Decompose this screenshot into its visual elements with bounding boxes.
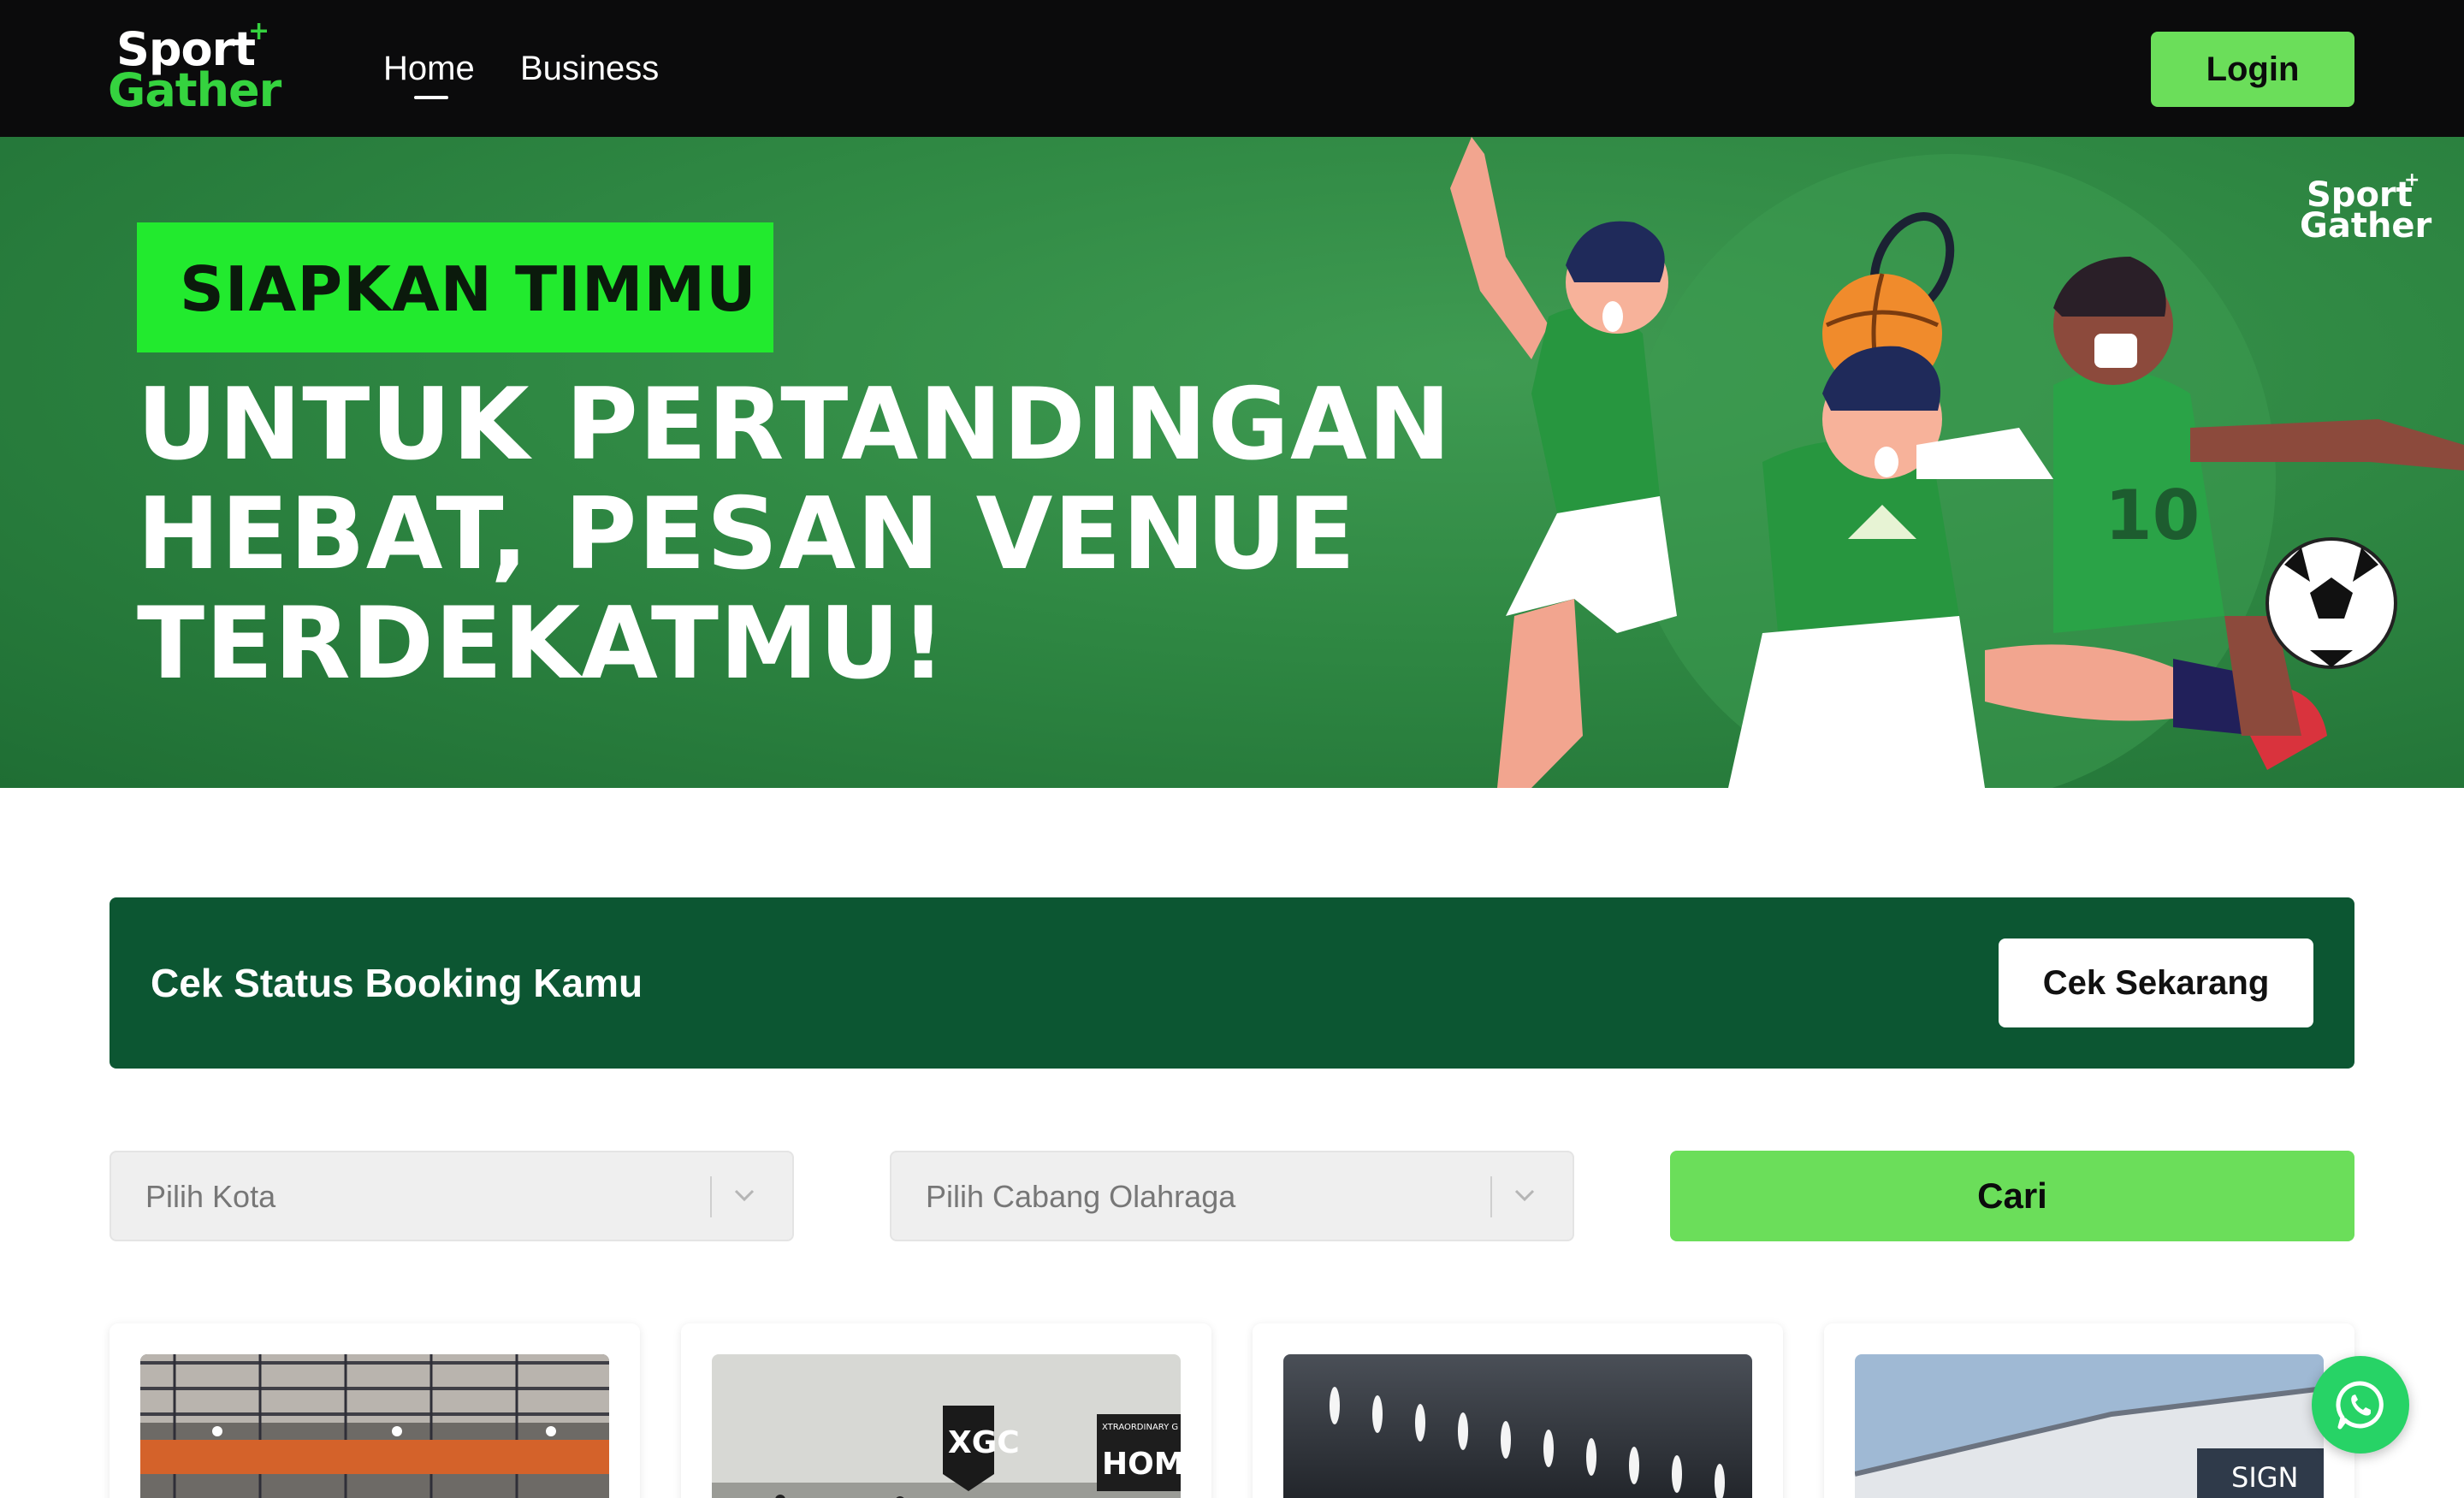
venue-card[interactable] — [1253, 1323, 1783, 1498]
hero-headline-line-1: UNTUK PERTANDINGAN — [137, 367, 1452, 483]
top-navbar: Sport + Gather Home Business Login — [0, 0, 2464, 137]
nav-link-home[interactable]: Home — [383, 48, 475, 89]
login-button[interactable]: Login — [2151, 32, 2354, 107]
hero-tag-text: SIAPKAN TIMMU — [180, 253, 757, 325]
hero-tag: SIAPKAN TIMMU — [137, 222, 773, 352]
venue-card[interactable]: SIGN — [1824, 1323, 2354, 1498]
sport-select[interactable]: Pilih Cabang Olahraga — [890, 1151, 1574, 1241]
chevron-down-icon[interactable] — [729, 1178, 760, 1212]
venue-sign-text: XGC — [948, 1425, 1020, 1460]
sport-select-placeholder: Pilih Cabang Olahraga — [926, 1179, 1236, 1214]
city-select[interactable]: Pilih Kota — [110, 1151, 794, 1241]
whatsapp-icon — [2336, 1381, 2384, 1430]
sportgather-logo[interactable]: Sport + Gather — [108, 19, 281, 117]
venue-banner-top-text: XTRAORDINARY G — [1102, 1423, 1178, 1432]
venue-image[interactable] — [1283, 1354, 1752, 1498]
check-now-button[interactable]: Cek Sekarang — [1999, 938, 2313, 1027]
venue-image[interactable] — [140, 1354, 609, 1498]
venue-banner-text: HOMEC — [1102, 1447, 1181, 1482]
hero-watermark-logo: Sport + Gather — [2300, 171, 2437, 246]
venue-card[interactable]: XGC XTRAORDINARY G HOMEC — [681, 1323, 1211, 1498]
hero-logo-plus: + — [2404, 169, 2420, 191]
venue-card[interactable] — [110, 1323, 640, 1498]
whatsapp-chat-button[interactable] — [2312, 1356, 2409, 1454]
hero-logo-text-gather: Gather — [2300, 206, 2432, 246]
hero-banner: SIAPKAN TIMMU UNTUK PERTANDINGAN HEBAT, … — [0, 137, 2464, 788]
venue-sign-text: SIGN — [2231, 1461, 2298, 1494]
select-divider — [710, 1176, 712, 1217]
booking-status-banner: Cek Status Booking Kamu Cek Sekarang — [110, 897, 2354, 1069]
nav-active-indicator — [414, 96, 448, 99]
venue-image[interactable]: SIGN — [1855, 1354, 2324, 1498]
chevron-down-icon[interactable] — [1509, 1178, 1540, 1212]
venue-image[interactable]: XGC XTRAORDINARY G HOMEC — [712, 1354, 1181, 1498]
logo-text-gather: Gather — [108, 63, 281, 117]
jersey-number: 10 — [2105, 476, 2200, 555]
search-button[interactable]: Cari — [1670, 1151, 2354, 1241]
city-select-placeholder: Pilih Kota — [145, 1179, 276, 1214]
select-divider — [1490, 1176, 1492, 1217]
hero-headline-line-2: HEBAT, PESAN VENUE — [137, 477, 1357, 592]
booking-status-title: Cek Status Booking Kamu — [151, 961, 643, 1005]
logo-plus: + — [248, 16, 270, 46]
nav-link-business[interactable]: Business — [520, 48, 659, 89]
hero-headline-line-3: TERDEKATMU! — [137, 586, 947, 702]
